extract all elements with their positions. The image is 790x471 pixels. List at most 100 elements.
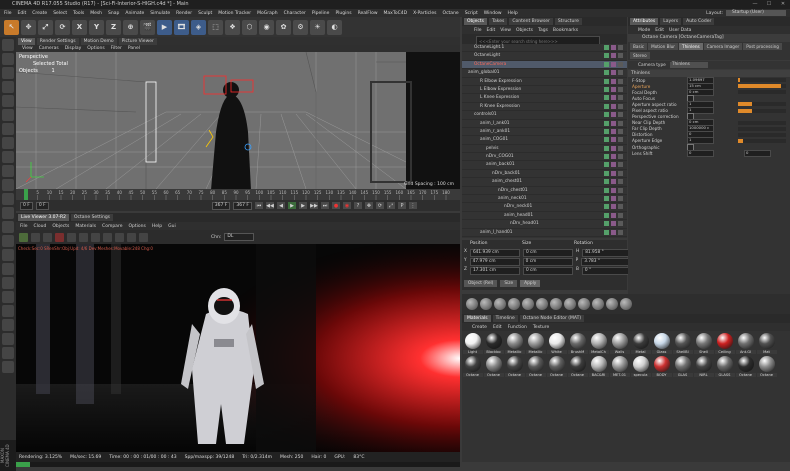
material-swatch[interactable]: Octane: [483, 356, 504, 377]
object-row-ndrv-head01[interactable]: nDrv_head01: [462, 220, 627, 229]
tag-icon[interactable]: [611, 95, 616, 101]
playhead[interactable]: [24, 189, 28, 200]
object-row-pelvis[interactable]: pelvis: [462, 145, 627, 154]
tag-icon[interactable]: [618, 95, 623, 101]
tag-icon[interactable]: [618, 145, 623, 151]
menu-x-particles[interactable]: X-Particles: [413, 11, 436, 16]
toolbar-button-7[interactable]: ⊕: [123, 19, 138, 35]
attributes-menu-user-data[interactable]: User Data: [669, 28, 691, 33]
size-field[interactable]: 0 cm: [522, 258, 573, 266]
live-viewer-menu-gui[interactable]: Gui: [168, 224, 176, 229]
menu-realflow[interactable]: RealFlow: [358, 11, 378, 16]
menu-file[interactable]: File: [4, 11, 12, 16]
position-field[interactable]: 17.301 cm: [469, 267, 520, 275]
tag-icon[interactable]: [604, 61, 609, 67]
tag-icon[interactable]: [611, 86, 616, 92]
tag-icon[interactable]: [618, 229, 623, 235]
materials-menu-edit[interactable]: Edit: [493, 325, 502, 330]
tag-icon[interactable]: [604, 112, 609, 118]
object-manager-menu-edit[interactable]: Edit: [487, 28, 496, 33]
menu-simulate[interactable]: Simulate: [150, 11, 170, 16]
attribute-slider[interactable]: [738, 120, 786, 125]
material-preset-icon-3[interactable]: [508, 298, 520, 310]
material-swatch[interactable]: Metallic: [504, 333, 525, 354]
object-row-anim-cog01[interactable]: anim_COG01: [462, 136, 627, 145]
tag-icon[interactable]: [611, 70, 616, 76]
menu-mesh[interactable]: Mesh: [90, 11, 102, 16]
tag-icon[interactable]: [604, 128, 609, 134]
material-swatch[interactable]: Ceiling: [714, 333, 735, 354]
tag-icon[interactable]: [618, 61, 623, 67]
tag-icon[interactable]: [611, 170, 616, 176]
tag-icon[interactable]: [604, 70, 609, 76]
toolbar-button-3[interactable]: ⟳: [55, 19, 70, 35]
tag-icon[interactable]: [611, 179, 616, 185]
tag-icon[interactable]: [611, 137, 616, 143]
menu-animate[interactable]: Animate: [125, 11, 144, 16]
tag-icon[interactable]: [618, 179, 623, 185]
material-swatch[interactable]: specula: [630, 356, 651, 377]
object-row-anim-global01[interactable]: anim_global01: [462, 69, 627, 78]
object-row-octanecamera[interactable]: OctaneCamera: [462, 60, 627, 70]
channel-select[interactable]: DL: [224, 233, 255, 241]
material-swatch[interactable]: BODY: [651, 356, 672, 377]
live-viewer-menu-compare[interactable]: Compare: [102, 224, 122, 229]
autokey-icon[interactable]: ◉: [343, 202, 351, 209]
tag-icon[interactable]: [618, 103, 623, 109]
menu-window[interactable]: Window: [484, 11, 502, 16]
menu-render[interactable]: Render: [176, 11, 192, 16]
material-swatch[interactable]: NIRL: [693, 356, 714, 377]
material-swatch[interactable]: MET-01: [609, 356, 630, 377]
material-swatch[interactable]: MetalCh: [588, 333, 609, 354]
toolbar-button-19[interactable]: ◐: [327, 19, 342, 35]
toolbar-button-10[interactable]: 🎞: [174, 19, 189, 35]
subtab-basic[interactable]: Basic: [630, 43, 648, 50]
end-frame-field[interactable]: 367 F: [211, 201, 231, 210]
clay-icon[interactable]: [139, 232, 148, 242]
tag-icon[interactable]: [604, 162, 609, 168]
attribute-slider[interactable]: [738, 90, 786, 95]
attribute-slider[interactable]: [738, 84, 786, 89]
perspective-viewport[interactable]: Perspective Selected Total Objects 1 Gri…: [16, 52, 460, 189]
tag-icon[interactable]: [604, 120, 609, 126]
tag-icon[interactable]: [618, 162, 623, 168]
object-row-l-knee-expression[interactable]: L Knee Expression: [462, 94, 627, 103]
object-manager-tab-content-browser[interactable]: Content Browser: [509, 18, 553, 25]
tag-icon[interactable]: [618, 187, 623, 193]
position-field[interactable]: 47.979 cm: [469, 258, 520, 266]
subtab-camera-imager[interactable]: Camera Imager: [703, 43, 743, 50]
attribute-slider[interactable]: [738, 78, 786, 83]
material-preset-icon-6[interactable]: [550, 298, 562, 310]
menu-snap[interactable]: Snap: [108, 11, 119, 16]
start-frame-field[interactable]: 0 F: [35, 201, 49, 210]
live-viewer-menu-cloud[interactable]: Cloud: [34, 224, 47, 229]
material-preset-icon-4[interactable]: [522, 298, 534, 310]
region-icon[interactable]: [79, 232, 88, 242]
toolbar-button-6[interactable]: Z: [106, 19, 121, 35]
left-tool-icon-2[interactable]: [2, 67, 14, 79]
rotation-field[interactable]: 0 °: [581, 267, 632, 275]
toolbar-button-5[interactable]: Y: [89, 19, 104, 35]
object-row-anim-neck01[interactable]: anim_neck01: [462, 195, 627, 204]
pla-key-icon[interactable]: ⋮: [409, 202, 417, 209]
tag-icon[interactable]: [611, 112, 616, 118]
live-viewer-menu-objects[interactable]: Objects: [52, 224, 69, 229]
left-tool-icon-16[interactable]: [2, 263, 14, 275]
tag-icon[interactable]: [611, 61, 616, 67]
attribute-slider[interactable]: [738, 126, 786, 131]
record-icon[interactable]: ●: [332, 202, 340, 209]
material-swatch[interactable]: Walls: [609, 333, 630, 354]
object-row-anim-l-ank01[interactable]: anim_l_ank01: [462, 120, 627, 128]
material-preset-icon-10[interactable]: [606, 298, 618, 310]
object-row-anim-chest01[interactable]: anim_chest01: [462, 178, 627, 187]
tag-icon[interactable]: [611, 45, 616, 50]
material-swatch[interactable]: Blackbo: [483, 333, 504, 354]
live-viewer-menu-help[interactable]: Help: [152, 224, 162, 229]
object-row-controls01[interactable]: controls01: [462, 111, 627, 120]
tag-icon[interactable]: [604, 53, 609, 59]
material-swatch[interactable]: Ant.Gl: [735, 333, 756, 354]
material-swatch[interactable]: Metallic: [525, 333, 546, 354]
live-viewer-menu-file[interactable]: File: [20, 224, 28, 229]
tag-icon[interactable]: [604, 221, 609, 227]
rotation-field[interactable]: 3.783 °: [581, 258, 632, 266]
